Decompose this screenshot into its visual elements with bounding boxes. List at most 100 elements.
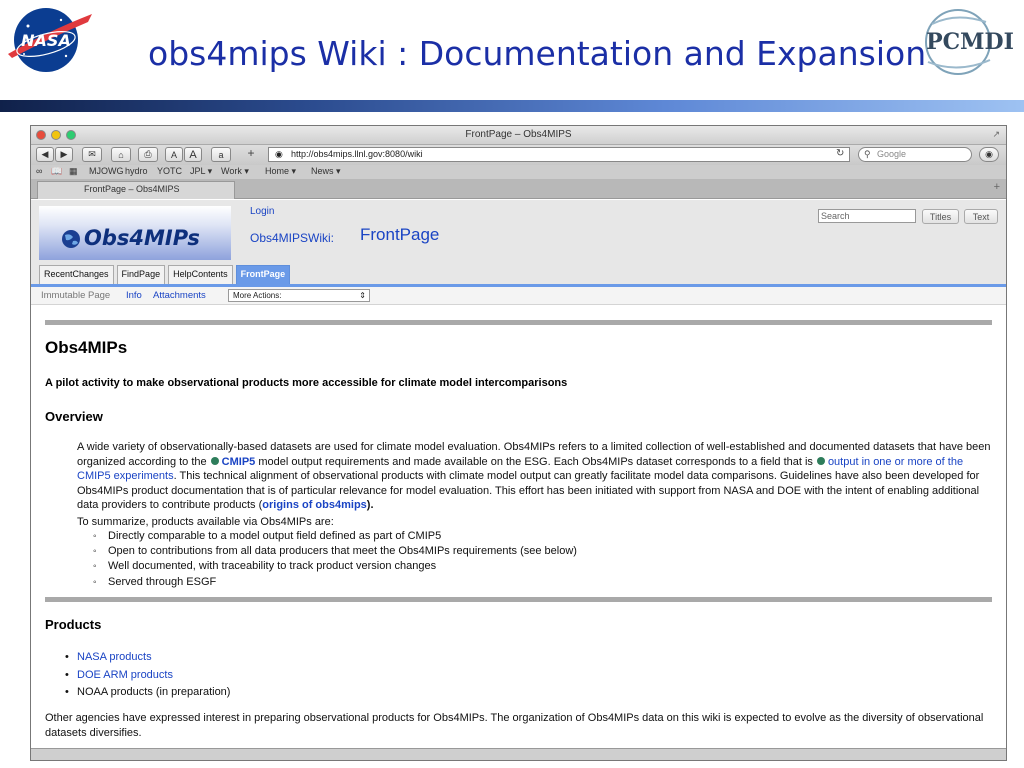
overview-text-3: . This technical alignment of observatio… [77, 470, 980, 512]
rss-button[interactable]: ◉ [979, 147, 999, 162]
browser-search-input[interactable]: ⚲ Google [858, 147, 972, 162]
wiki-header: Obs4MIPs Login Obs4MIPSWiki: FrontPage S… [31, 200, 1006, 284]
svg-text:NASA: NASA [21, 31, 71, 50]
font-large-label: A [189, 148, 197, 161]
info-link[interactable]: Info [126, 290, 142, 301]
pcmdi-logo: PCMDI [925, 9, 1014, 75]
origins-link[interactable]: origins of obs4mips [262, 499, 367, 511]
page-subtitle: A pilot activity to make observational p… [45, 377, 568, 389]
mail-button[interactable]: ✉ [82, 147, 102, 162]
envelope-icon: ✉ [88, 149, 96, 159]
globe-icon [62, 230, 80, 248]
forward-button[interactable]: ▶ [55, 147, 73, 162]
add-bookmark-button[interactable]: + [243, 146, 259, 160]
list-item: Well documented, with traceability to tr… [93, 559, 577, 574]
wiki-logo-text: Obs4MIPs [84, 226, 200, 250]
book-icon[interactable]: 📖 [51, 166, 62, 177]
wiki-logo[interactable]: Obs4MIPs [39, 206, 231, 260]
resize-icon[interactable]: ↗ [992, 129, 1000, 140]
bookmark-jpl[interactable]: JPL ▾ [190, 166, 212, 177]
browser-toolbar: ◀ ▶ ✉ ⌂ ⎙ A A a + ◉ http://obs4mips.llnl… [31, 145, 1006, 165]
list-item: Directly comparable to a model output fi… [93, 529, 577, 544]
nasa-logo: NASA [8, 8, 92, 72]
list-item: Open to contributions from all data prod… [93, 544, 577, 559]
font-larger-button[interactable]: A [184, 147, 202, 162]
print-button[interactable]: ⎙ [138, 147, 158, 162]
header-gradient-bar [0, 100, 1024, 112]
slide-header: NASA obs4mips Wiki : Documentation and E… [0, 0, 1024, 100]
list-item: Served through ESGF [93, 575, 577, 590]
list-item: NASA products [65, 649, 230, 667]
window-title: FrontPage – Obs4MIPS [465, 129, 572, 140]
summary-intro: To summarize, products available via Obs… [77, 516, 334, 528]
wiki-search-input[interactable]: Search [818, 209, 916, 223]
attachments-link[interactable]: Attachments [153, 290, 206, 301]
back-button[interactable]: ◀ [36, 147, 54, 162]
globe-icon: ◉ [275, 149, 283, 159]
tab-recent-changes[interactable]: RecentChanges [39, 265, 114, 284]
more-actions-select[interactable]: More Actions: ⇕ [228, 289, 370, 302]
bookmark-yotc[interactable]: YOTC [157, 166, 182, 176]
new-tab-icon[interactable]: + [994, 181, 1000, 193]
nasa-products-link[interactable]: NASA products [77, 651, 152, 663]
svg-text:PCMDI: PCMDI [926, 29, 1014, 55]
summary-list: Directly comparable to a model output fi… [93, 529, 577, 590]
link-icon [816, 456, 825, 465]
tab-bar: FrontPage – Obs4MIPS + [31, 179, 1006, 199]
footer-paragraph: Other agencies have expressed interest i… [45, 712, 984, 739]
tab-front-page[interactable]: FrontPage [235, 265, 291, 284]
printer-icon: ⎙ [144, 149, 152, 159]
search-icon: ⚲ [864, 149, 871, 159]
bookmark-hydro[interactable]: hydro [125, 166, 148, 176]
reading-glasses-icon[interactable]: ∞ [36, 166, 42, 176]
action-bar: Immutable Page Info Attachments More Act… [31, 287, 1006, 305]
list-item: NOAA products (in preparation) [65, 684, 230, 702]
bookmark-news[interactable]: News ▾ [311, 166, 341, 177]
doe-arm-products-link[interactable]: DOE ARM products [77, 669, 173, 681]
home-icon: ⌂ [118, 149, 124, 160]
titles-button[interactable]: Titles [922, 209, 959, 224]
tab-help-contents[interactable]: HelpContents [168, 265, 233, 284]
cmip5-link[interactable]: CMIP5 [222, 456, 256, 468]
list-item: DOE ARM products [65, 667, 230, 685]
noaa-products-label: NOAA products (in preparation) [77, 686, 231, 698]
font-smaller-button[interactable]: A [165, 147, 183, 162]
login-link[interactable]: Login [250, 206, 274, 217]
tab-find-page[interactable]: FindPage [116, 265, 166, 284]
amazon-icon: a [218, 149, 224, 160]
wiki-nav-tabs: RecentChanges FindPage HelpContents Fron… [39, 265, 291, 284]
wiki-name-link[interactable]: Obs4MIPSWiki: [250, 231, 334, 245]
font-small-label: A [170, 149, 177, 160]
home-button[interactable]: ⌂ [111, 147, 131, 162]
products-heading: Products [45, 617, 102, 632]
overview-heading: Overview [45, 409, 103, 424]
more-actions-value: More Actions: [233, 291, 282, 300]
bookmark-mjowg[interactable]: MJOWG [89, 166, 124, 176]
browser-titlebar: FrontPage – Obs4MIPS ↗ [31, 126, 1006, 145]
page-name-link[interactable]: FrontPage [360, 225, 439, 245]
page-content: Obs4MIPs A pilot activity to make observ… [31, 306, 1006, 760]
slide-title: obs4mips Wiki : Documentation and Expans… [148, 34, 927, 73]
divider [45, 320, 992, 325]
overview-paragraph: A wide variety of observationally-based … [77, 440, 992, 513]
bookmark-work[interactable]: Work ▾ [221, 166, 249, 177]
bookmarks-bar: ∞ 📖 ▦ MJOWG hydro YOTC JPL ▾ Work ▾ Home… [31, 165, 1006, 179]
browser-search-placeholder: Google [877, 149, 907, 159]
tab-frontpage[interactable]: FrontPage – Obs4MIPS [37, 181, 235, 199]
bookmark-home[interactable]: Home ▾ [265, 166, 296, 177]
immutable-page-label: Immutable Page [41, 290, 111, 301]
forward-arrow-icon: ▶ [60, 149, 68, 159]
grid-icon[interactable]: ▦ [69, 166, 78, 177]
reload-icon[interactable]: ↻ [836, 148, 844, 159]
browser-window: FrontPage – Obs4MIPS ↗ ◀ ▶ ✉ ⌂ ⎙ A A a +… [30, 125, 1007, 761]
url-text: http://obs4mips.llnl.gov:8080/wiki [291, 149, 423, 159]
back-arrow-icon: ◀ [41, 149, 49, 159]
link-icon [210, 456, 219, 465]
overview-text-2: model output requirements and made avail… [258, 455, 813, 468]
select-arrows-icon: ⇕ [359, 291, 366, 300]
divider [45, 597, 992, 602]
text-button[interactable]: Text [964, 209, 998, 224]
amazon-button[interactable]: a [211, 147, 231, 162]
url-bar[interactable]: ◉ http://obs4mips.llnl.gov:8080/wiki [268, 147, 850, 162]
page-heading: Obs4MIPs [45, 338, 128, 357]
